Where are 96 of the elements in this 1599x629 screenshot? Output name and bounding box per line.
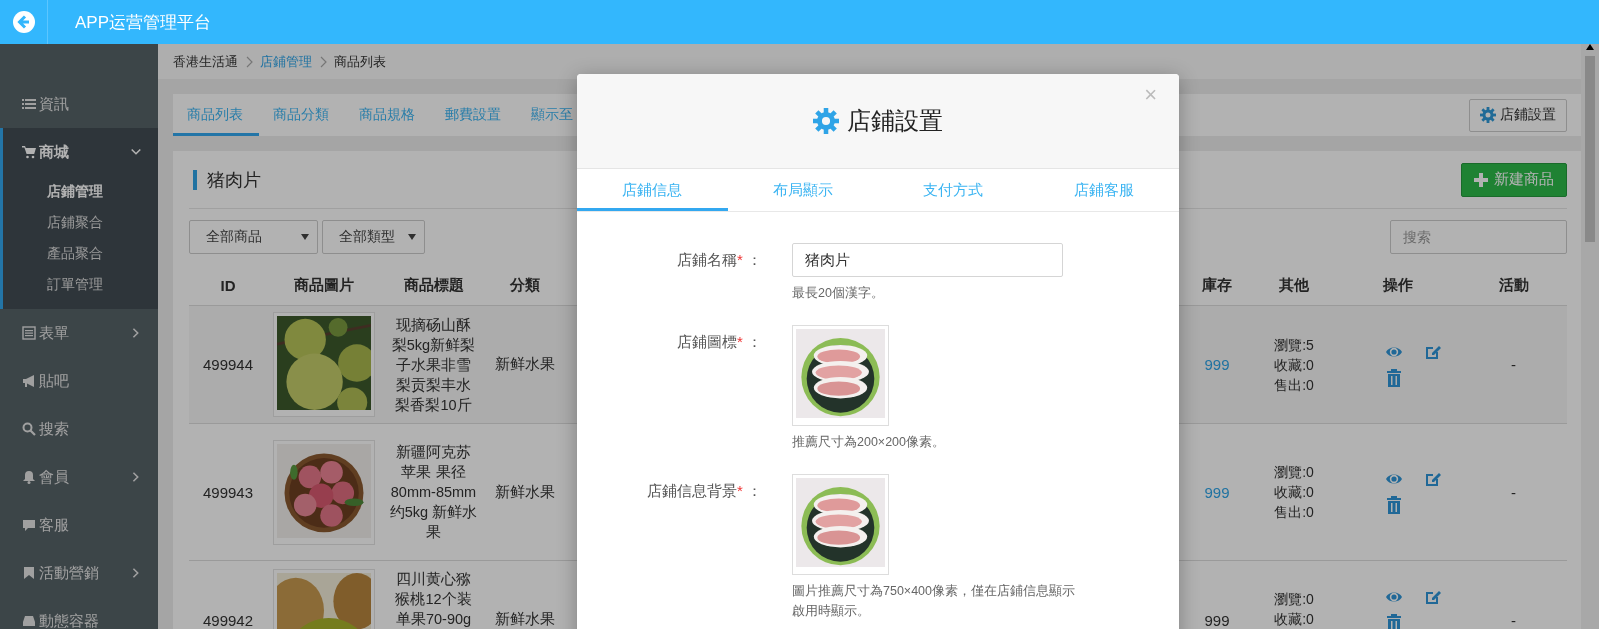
chevron-right-icon bbox=[244, 55, 254, 68]
sidebar-item[interactable]: 表單 bbox=[0, 309, 158, 357]
chat-icon bbox=[22, 518, 36, 532]
scrollbar[interactable] bbox=[1581, 44, 1599, 629]
back-icon[interactable] bbox=[12, 11, 35, 33]
category-text: 新鲜水果 bbox=[495, 610, 555, 629]
stock-link[interactable]: 999 bbox=[1204, 356, 1230, 373]
megaphone-icon bbox=[22, 374, 36, 388]
cart-icon bbox=[22, 145, 36, 159]
activity-text: - bbox=[1511, 612, 1516, 629]
column-header: 庫存 bbox=[1202, 275, 1232, 295]
caret-icon bbox=[408, 234, 416, 240]
activity-text: - bbox=[1511, 356, 1516, 373]
sidebar-item[interactable]: 貼吧 bbox=[0, 357, 158, 405]
submenu-item[interactable]: 店鋪聚合 bbox=[3, 207, 158, 238]
stat-text: 售出:0 bbox=[1274, 375, 1314, 395]
stat-text: 瀏覽:5 bbox=[1274, 335, 1314, 355]
drive-icon bbox=[22, 614, 36, 628]
new-product-button[interactable]: 新建商品 bbox=[1461, 162, 1567, 197]
product-id: 499942 bbox=[202, 612, 254, 629]
stat-text: 瀏覽:0 bbox=[1274, 463, 1314, 482]
search-field[interactable]: 搜索 bbox=[1390, 220, 1567, 254]
filter-dropdown[interactable]: 全部商品 bbox=[189, 220, 318, 254]
help-text: 最長20個漢字。 bbox=[792, 285, 885, 302]
trash-icon[interactable] bbox=[1384, 496, 1403, 514]
column-header: 商品標題 bbox=[403, 275, 464, 295]
caret-icon bbox=[301, 234, 309, 240]
stat-text: 售出:0 bbox=[1274, 503, 1314, 522]
shop-name-field[interactable]: 猪肉片 bbox=[792, 243, 1063, 277]
sidebar-item[interactable]: 搜索 bbox=[0, 405, 158, 453]
submenu-item[interactable]: 店鋪管理 bbox=[3, 176, 158, 207]
stock-link[interactable]: 999 bbox=[1204, 483, 1230, 501]
edit-icon[interactable] bbox=[1423, 588, 1442, 606]
breadcrumb-link[interactable]: 店鋪管理 bbox=[260, 52, 312, 71]
tab[interactable]: 店鋪信息 bbox=[577, 169, 728, 211]
category-text: 新鲜水果 bbox=[495, 355, 555, 374]
stat-text: 收藏:0 bbox=[1274, 483, 1314, 502]
breadcrumb-item[interactable]: 商品列表 bbox=[334, 52, 386, 71]
sidebar-item[interactable]: 資訊 bbox=[0, 80, 158, 128]
breadcrumb-item[interactable]: 香港生活通 bbox=[173, 52, 238, 71]
tab[interactable]: 商品規格 bbox=[345, 94, 431, 136]
field-label: 店鋪名稱* ： bbox=[676, 250, 762, 270]
product-id: 499943 bbox=[202, 483, 254, 501]
field-label: 店鋪圖標* ： bbox=[676, 332, 762, 352]
tab[interactable]: 郵費設置 bbox=[431, 94, 517, 136]
product-title: 新疆阿克苏苹果 果径80mm-85mm 约5kg 新鲜水果 bbox=[389, 443, 478, 542]
shop-settings-button[interactable]: 店鋪設置 bbox=[1469, 98, 1567, 132]
product-title: 现摘砀山酥梨5kg新鲜梨子水果非雪梨贡梨丰水梨香梨10斤 bbox=[390, 315, 477, 415]
stat-text: 收藏:0 bbox=[1274, 610, 1314, 629]
submenu-item[interactable]: 訂單管理 bbox=[3, 269, 158, 300]
stock-text: 999 bbox=[1204, 612, 1230, 629]
stat-text: 瀏覽:0 bbox=[1274, 590, 1314, 609]
list-icon bbox=[22, 97, 36, 111]
activity-text: - bbox=[1511, 483, 1516, 501]
sidebar-item[interactable]: 活動營銷 bbox=[0, 549, 158, 597]
tab[interactable]: 布局顯示 bbox=[727, 169, 878, 211]
sidebar-item[interactable]: 商城 bbox=[3, 128, 158, 176]
column-header: 其他 bbox=[1279, 275, 1309, 295]
image-upload[interactable] bbox=[792, 325, 889, 426]
gear-icon bbox=[1480, 107, 1496, 123]
trash-icon[interactable] bbox=[1384, 368, 1403, 387]
column-header: 操作 bbox=[1383, 275, 1413, 295]
column-header: ID bbox=[220, 276, 236, 294]
edit-icon[interactable] bbox=[1423, 470, 1442, 488]
submenu-item[interactable]: 產品聚合 bbox=[3, 238, 158, 269]
sidebar-item[interactable]: 會員 bbox=[0, 453, 158, 501]
product-title: 四川黄心猕猴桃12个装单果70-90g bbox=[394, 570, 473, 629]
tab[interactable]: 店鋪客服 bbox=[1028, 169, 1179, 211]
column-header: 商品圖片 bbox=[293, 275, 354, 295]
app-title: APP运营管理平台 bbox=[75, 11, 212, 34]
bell-icon bbox=[22, 470, 36, 484]
plus-icon bbox=[1474, 172, 1488, 187]
category-text: 新鲜水果 bbox=[495, 482, 555, 502]
image-upload[interactable] bbox=[792, 474, 889, 575]
sidebar-item[interactable]: 動態容器 bbox=[0, 597, 158, 629]
column-header: 活動 bbox=[1498, 275, 1529, 295]
scrollbar-thumb[interactable] bbox=[1585, 56, 1595, 242]
dialog-title: 店鋪設置 bbox=[847, 106, 943, 136]
gear-icon bbox=[813, 108, 839, 134]
filter-dropdown[interactable]: 全部類型 bbox=[322, 220, 425, 254]
help-text: 圖片推薦尺寸為750×400像素，僅在店鋪信息顯示啟用時顯示。 bbox=[792, 583, 1076, 620]
stat-text: 收藏:0 bbox=[1274, 355, 1314, 375]
trash-icon[interactable] bbox=[1384, 614, 1403, 629]
chevron-right-icon bbox=[318, 55, 328, 68]
tab[interactable]: 商品分類 bbox=[259, 94, 345, 136]
sidebar-item[interactable]: 客服 bbox=[0, 501, 158, 549]
search-icon bbox=[22, 422, 36, 436]
form-icon bbox=[22, 326, 36, 340]
panel-title: 猪肉片 bbox=[193, 169, 261, 190]
tab[interactable]: 支付方式 bbox=[878, 169, 1029, 211]
bookmark-icon bbox=[22, 566, 36, 580]
product-id: 499944 bbox=[202, 356, 254, 373]
help-text: 推薦尺寸為200×200像素。 bbox=[792, 434, 946, 451]
tab[interactable]: 商品列表 bbox=[173, 94, 259, 136]
field-label: 店鋪信息背景* ： bbox=[646, 481, 762, 501]
column-header: 分類 bbox=[510, 275, 540, 295]
